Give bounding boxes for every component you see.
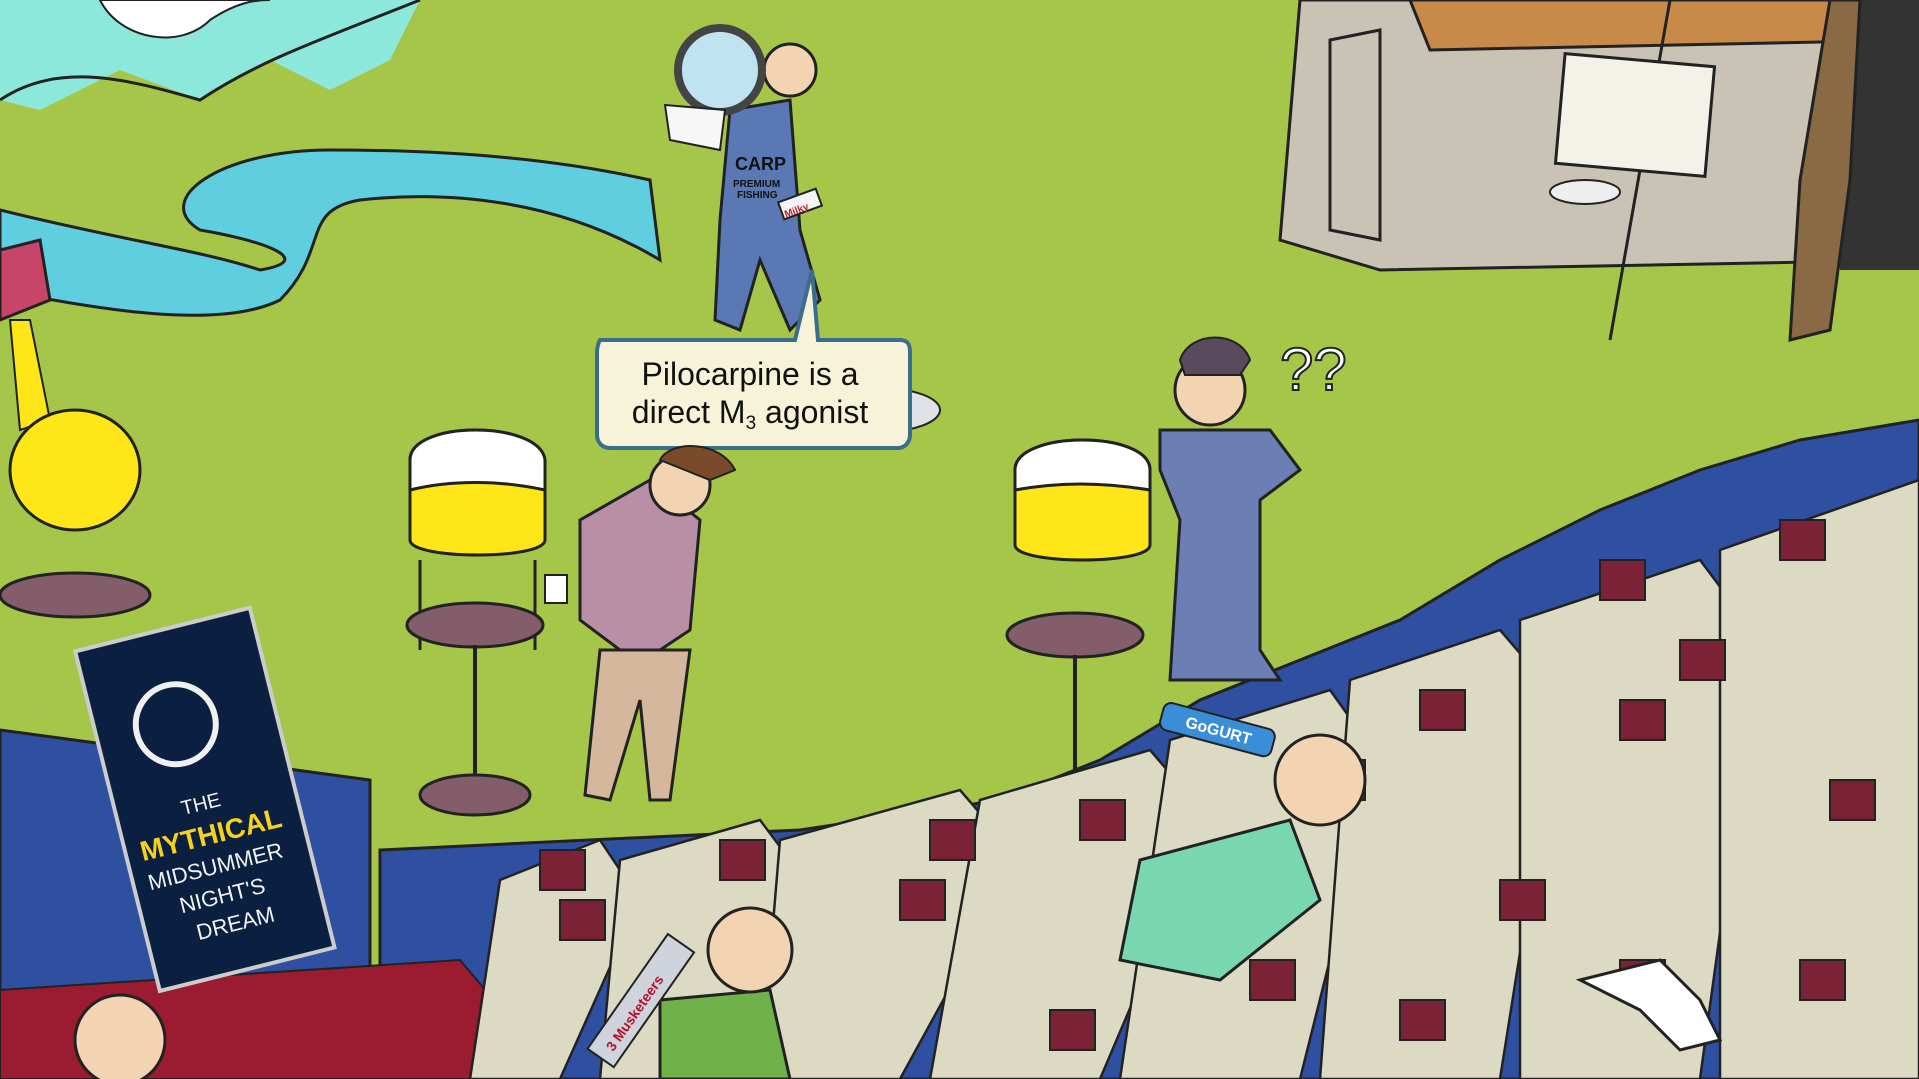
speech-bubble-text: Pilocarpine is a direct M3 agonist bbox=[595, 355, 905, 434]
illustration: CARP PREMIUM FISHING Milky ?? GoGURT 3 M… bbox=[0, 0, 1919, 1079]
eyewash-bowl bbox=[1549, 179, 1621, 205]
girl-head bbox=[73, 993, 167, 1079]
overalls-brand: CARP bbox=[735, 154, 786, 174]
bubble-line2-before: direct M bbox=[631, 394, 746, 430]
table-left bbox=[0, 571, 152, 619]
table-right bbox=[1005, 611, 1145, 659]
table-middle bbox=[405, 601, 545, 649]
urn-left bbox=[8, 408, 142, 532]
overalls-line3: FISHING bbox=[737, 190, 778, 201]
bubble-line1: Pilocarpine is a bbox=[641, 356, 859, 392]
eyewash-sign bbox=[1553, 52, 1717, 178]
door bbox=[1328, 28, 1382, 242]
question-marks: ?? bbox=[1280, 336, 1347, 403]
magnifying-glass-icon bbox=[674, 24, 766, 116]
bubble-line2-after: agonist bbox=[756, 394, 869, 430]
bubble-subscript: 3 bbox=[745, 413, 757, 434]
overalls-line2: PREMIUM bbox=[733, 179, 780, 190]
